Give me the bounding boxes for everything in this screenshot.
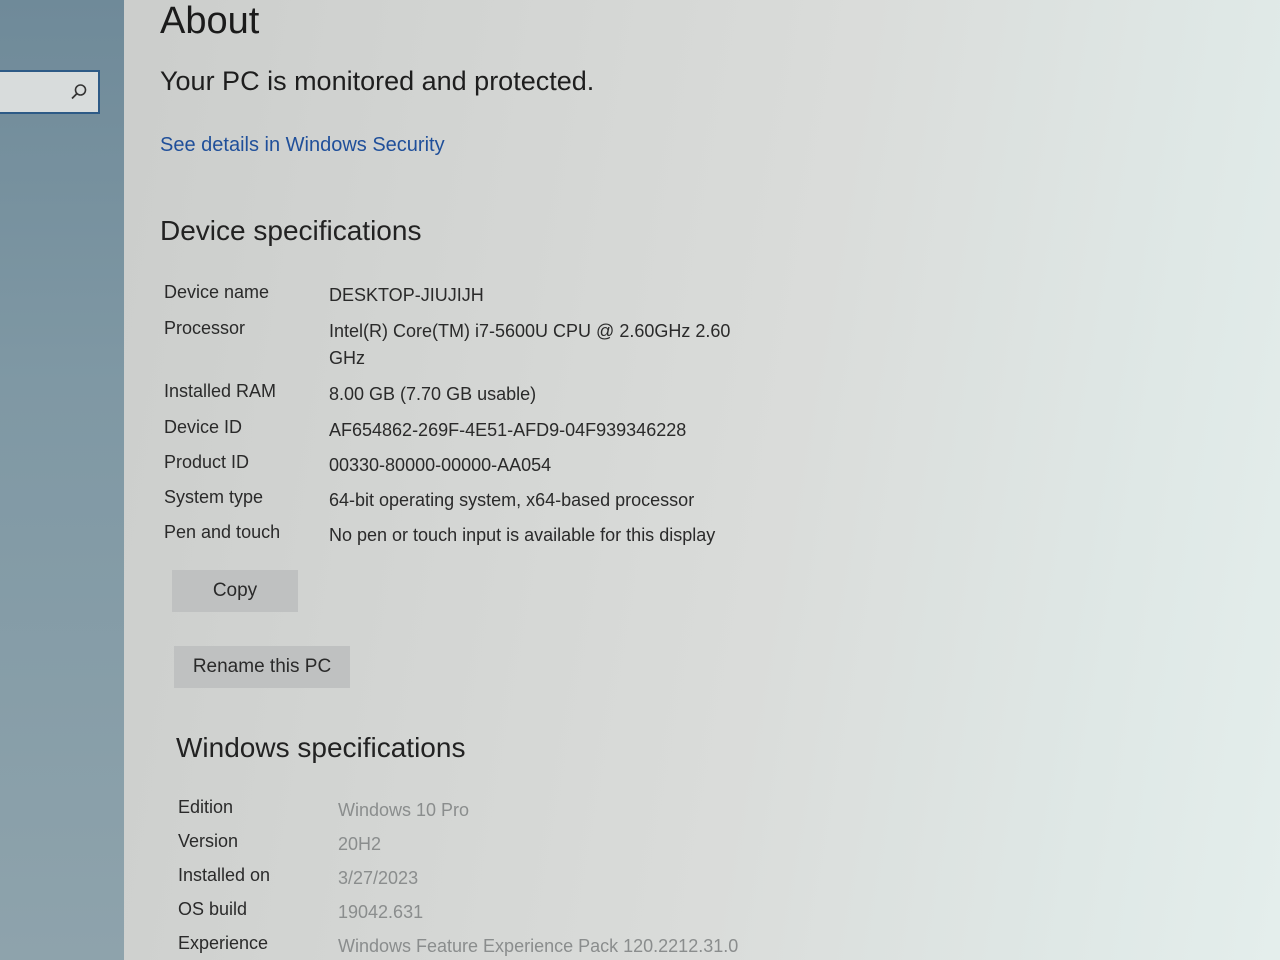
spec-value: 3/27/2023 bbox=[338, 868, 419, 888]
spec-label: Experience bbox=[178, 933, 269, 953]
spec-value: Windows 10 Pro bbox=[338, 800, 470, 820]
spec-value: 19042.631 bbox=[338, 902, 424, 922]
spec-label: Version bbox=[178, 831, 239, 851]
spec-value: 20H2 bbox=[338, 834, 382, 854]
spec-label: Installed on bbox=[178, 865, 271, 885]
spec-value: Intel(R) Core(TM) i7-5600U CPU @ 2.60GHz… bbox=[329, 321, 731, 368]
spec-label: Pen and touch bbox=[164, 522, 281, 542]
windows-specs-heading: Windows specifications bbox=[176, 732, 466, 763]
spec-label: System type bbox=[164, 487, 264, 507]
search-icon[interactable] bbox=[70, 83, 88, 101]
spec-value: AF654862-269F-4E51-AFD9-04F939346228 bbox=[329, 420, 687, 440]
spec-value: 64-bit operating system, x64-based proce… bbox=[329, 490, 695, 510]
spec-label: Edition bbox=[178, 797, 234, 817]
rename-pc-button[interactable]: Rename this PC bbox=[174, 646, 350, 688]
settings-sidebar bbox=[0, 0, 124, 960]
spec-value: DESKTOP-JIUJIJH bbox=[329, 285, 484, 305]
page-title: About bbox=[160, 0, 260, 42]
protection-status: Your PC is monitored and protected. bbox=[160, 66, 595, 96]
device-specs-heading: Device specifications bbox=[160, 215, 422, 246]
spec-label: Product ID bbox=[164, 452, 250, 472]
copy-button[interactable]: Copy bbox=[172, 570, 298, 612]
spec-value: No pen or touch input is available for t… bbox=[329, 525, 716, 545]
search-input[interactable] bbox=[0, 70, 100, 114]
spec-label: Device name bbox=[164, 282, 270, 302]
about-page: About Your PC is monitored and protected… bbox=[160, 0, 1240, 960]
windows-security-link[interactable]: See details in Windows Security bbox=[160, 134, 445, 157]
spec-label: OS build bbox=[178, 899, 248, 919]
spec-label: Installed RAM bbox=[164, 381, 277, 401]
spec-label: Processor bbox=[164, 318, 246, 338]
spec-label: Device ID bbox=[164, 417, 243, 437]
spec-value: 8.00 GB (7.70 GB usable) bbox=[329, 384, 537, 404]
spec-value: 00330-80000-00000-AA054 bbox=[329, 455, 552, 475]
spec-value: Windows Feature Experience Pack 120.2212… bbox=[338, 936, 739, 956]
